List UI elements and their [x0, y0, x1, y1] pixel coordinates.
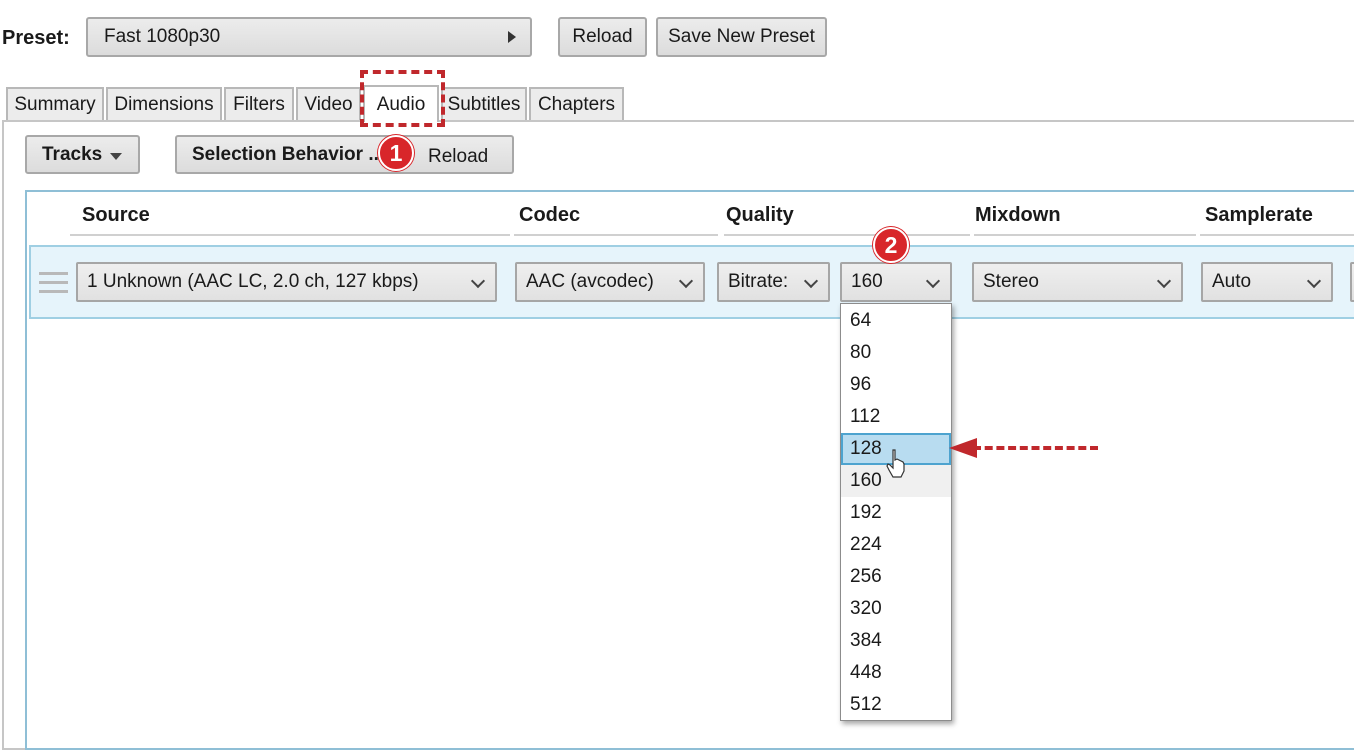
tab-filters[interactable]: Filters [224, 87, 294, 120]
mixdown-value: Stereo [983, 271, 1039, 292]
pointer-cursor-icon [886, 449, 905, 478]
preset-select[interactable]: Fast 1080p30 [86, 17, 532, 57]
header-divider [974, 234, 1196, 236]
bitrate-option[interactable]: 224 [841, 529, 951, 561]
bitrate-option[interactable]: 64 [841, 305, 951, 337]
quality-mode-select[interactable]: Bitrate: [717, 262, 830, 302]
triangle-down-icon [110, 153, 122, 160]
chevron-down-icon [678, 273, 694, 289]
bitrate-option[interactable]: 512 [841, 689, 951, 721]
source-value: 1 Unknown (AAC LC, 2.0 ch, 127 kbps) [87, 271, 419, 292]
column-header-source: Source [82, 204, 150, 226]
mixdown-select[interactable]: Stereo [972, 262, 1183, 302]
save-new-preset-button[interactable]: Save New Preset [656, 17, 827, 57]
bitrate-option[interactable]: 80 [841, 337, 951, 369]
step-1-badge: 1 [378, 135, 414, 171]
tab-chapters[interactable]: Chapters [529, 87, 624, 120]
callout-arrow-line [973, 446, 1098, 450]
tab-video[interactable]: Video [296, 87, 361, 120]
source-select[interactable]: 1 Unknown (AAC LC, 2.0 ch, 127 kbps) [76, 262, 497, 302]
codec-select[interactable]: AAC (avcodec) [515, 262, 705, 302]
preset-value: Fast 1080p30 [104, 26, 221, 47]
bitrate-option[interactable]: 112 [841, 401, 951, 433]
bitrate-option[interactable]: 448 [841, 657, 951, 689]
bitrate-option[interactable]: 96 [841, 369, 951, 401]
selection-behavior-label: Selection Behavior ... [192, 143, 385, 165]
chevron-down-icon [803, 273, 819, 289]
column-header-samplerate: Samplerate [1205, 204, 1313, 226]
header-divider [514, 234, 718, 236]
tab-dimensions[interactable]: Dimensions [106, 87, 222, 120]
column-header-quality: Quality [726, 204, 794, 226]
samplerate-select[interactable]: Auto [1201, 262, 1333, 302]
tracks-label: Tracks [42, 143, 103, 165]
bitrate-option[interactable]: 320 [841, 593, 951, 625]
column-header-codec: Codec [519, 204, 581, 226]
selection-behavior-button[interactable]: Selection Behavior ... Reload [175, 135, 514, 174]
header-divider [724, 234, 970, 236]
triangle-right-icon [508, 31, 516, 43]
audio-tab-callout-box [360, 70, 445, 127]
chevron-down-icon [1306, 273, 1322, 289]
column-header-mixdown: Mixdown [975, 204, 1061, 226]
preset-reload-button[interactable]: Reload [558, 17, 647, 57]
arrow-left-icon [949, 438, 977, 458]
preset-label: Preset: [2, 27, 70, 49]
chevron-down-icon [925, 273, 941, 289]
step-2-badge: 2 [873, 227, 909, 263]
header-divider [1200, 234, 1354, 236]
bitrate-option[interactable]: 256 [841, 561, 951, 593]
samplerate-value: Auto [1212, 271, 1252, 292]
chevron-down-icon [470, 273, 486, 289]
bitrate-option[interactable]: 384 [841, 625, 951, 657]
bitrate-option[interactable]: 192 [841, 497, 951, 529]
header-divider [70, 234, 510, 236]
drc-select-partial[interactable] [1350, 262, 1354, 302]
chevron-down-icon [1156, 273, 1172, 289]
audio-reload-label[interactable]: Reload [428, 146, 488, 168]
codec-value: AAC (avcodec) [526, 271, 654, 292]
bitrate-value: 160 [851, 271, 883, 292]
bitrate-dropdown-list: 64 80 96 112 128 160 192 224 256 320 384… [840, 303, 952, 721]
tab-summary[interactable]: Summary [6, 87, 104, 120]
tab-subtitles[interactable]: Subtitles [441, 87, 527, 120]
bitrate-select[interactable]: 160 [840, 262, 952, 302]
quality-mode-value: Bitrate: [728, 271, 789, 292]
tracks-menu-button[interactable]: Tracks [25, 135, 140, 174]
